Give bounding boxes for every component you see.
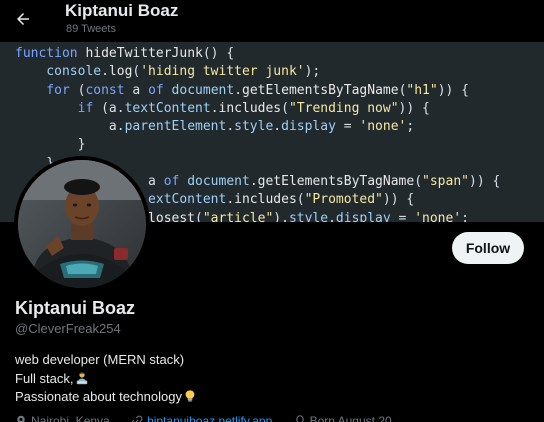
- code-token: console: [15, 64, 102, 80]
- profile-page: function hideTwitterJunk() { console.log…: [0, 0, 544, 422]
- code-token: .: [210, 100, 219, 116]
- back-button[interactable]: [8, 4, 38, 34]
- code-token: .: [226, 119, 235, 135]
- code-token: for: [15, 82, 70, 98]
- bio-line: web developer (MERN stack): [15, 352, 185, 367]
- code-token: )) {: [398, 100, 430, 116]
- code-token: ).: [273, 210, 289, 222]
- profile-avatar: [18, 160, 146, 288]
- code-token: a: [124, 82, 149, 98]
- code-line: }: [15, 136, 544, 154]
- code-token: of: [148, 82, 164, 98]
- code-token: hideTwitterJunk: [85, 46, 203, 61]
- code-token: includes: [218, 100, 282, 116]
- code-token: const: [85, 82, 125, 98]
- lightbulb-icon: [185, 390, 195, 402]
- display-name: Kiptanui Boaz: [15, 298, 135, 318]
- code-line: a.parentElement.style.display = 'none';: [15, 118, 544, 136]
- code-line: function hideTwitterJunk() {: [15, 45, 544, 63]
- code-token: )) {: [437, 82, 470, 98]
- meta-born-text: Born August 20: [309, 414, 392, 422]
- code-token: display: [281, 119, 336, 135]
- follow-button[interactable]: Follow: [452, 232, 524, 264]
- meta-website[interactable]: hiptanuiboaz.netlify.app: [131, 414, 272, 422]
- balloon-icon: [295, 415, 304, 422]
- code-token: log: [108, 64, 133, 80]
- code-token: 'hiding twitter junk': [140, 64, 305, 80]
- profile-meta: Nairobi, Kenya hiptanuiboaz.netlify.app …: [15, 414, 535, 422]
- code-token: style: [288, 210, 329, 222]
- code-token: .: [101, 64, 109, 80]
- code-token: getElementsByTagName: [257, 174, 415, 190]
- code-token: document: [163, 82, 235, 98]
- code-token: )) {: [382, 192, 415, 208]
- code-line: for (const a of document.getElementsByTa…: [15, 82, 544, 100]
- code-token: }: [15, 137, 86, 153]
- code-token: (: [195, 210, 203, 222]
- code-token: () {: [202, 46, 235, 61]
- code-token: 'none': [359, 119, 407, 135]
- code-token: function: [15, 46, 86, 61]
- location-pin-icon: [17, 415, 25, 422]
- code-token: "Trending now": [288, 100, 399, 116]
- code-token: (: [296, 192, 305, 208]
- code-token: "Promoted": [304, 192, 383, 208]
- code-token: =: [335, 119, 360, 135]
- arrow-left-icon: [17, 13, 29, 25]
- code-token: (: [281, 100, 289, 116]
- code-token: "span": [422, 174, 469, 190]
- code-token: document: [179, 174, 250, 190]
- bio-line-text: Passionate about technology: [15, 389, 182, 404]
- code-token: .: [249, 174, 258, 190]
- code-token: includes: [234, 192, 297, 208]
- meta-location-text: Nairobi, Kenya: [31, 414, 110, 422]
- profile-header: Kiptanui Boaz 89 Tweets: [0, 0, 544, 42]
- tweet-count: 89 Tweets: [66, 23, 116, 35]
- code-token: display: [335, 210, 391, 222]
- code-token: .: [273, 119, 282, 135]
- link-icon: [131, 415, 143, 422]
- code-token: if: [15, 100, 94, 116]
- bio-line: Passionate about technology: [15, 388, 515, 407]
- code-token: "article": [202, 210, 274, 222]
- bio-line-text: Full stack,: [15, 370, 74, 386]
- code-token: (: [69, 82, 86, 98]
- code-token: (: [414, 174, 423, 190]
- technologist-icon: [76, 371, 87, 384]
- code-token: ;: [406, 119, 415, 135]
- code-token: of: [163, 174, 180, 190]
- code-token: =: [390, 210, 415, 222]
- profile-bio: web developer (MERN stack) Full stack, P…: [15, 351, 515, 407]
- bio-line: Full stack,: [15, 370, 515, 389]
- code-line: if (a.textContent.includes("Trending now…: [15, 100, 544, 118]
- code-token: ;: [461, 210, 469, 222]
- code-token: .: [234, 82, 243, 98]
- code-token: .: [226, 192, 235, 208]
- code-token: );: [304, 64, 321, 80]
- meta-website-link[interactable]: hiptanuiboaz.netlify.app: [147, 414, 272, 422]
- code-token: getElementsByTagName: [242, 82, 399, 98]
- header-profile-name: Kiptanui Boaz: [65, 1, 179, 20]
- meta-born: Born August 20: [294, 414, 392, 422]
- code-token: )) {: [469, 174, 501, 190]
- code-token: (a.: [93, 100, 125, 116]
- code-line: console.log('hiding twitter junk');: [15, 63, 544, 81]
- code-token: style: [234, 119, 274, 135]
- code-token: parentElement: [124, 119, 227, 135]
- code-token: textContent: [124, 100, 211, 116]
- avatar[interactable]: [14, 156, 150, 292]
- code-token: "h1": [406, 82, 438, 98]
- code-token: .: [328, 210, 336, 222]
- code-token: 'none': [414, 210, 462, 222]
- meta-location: Nairobi, Kenya: [15, 414, 110, 422]
- profile-handle: @CleverFreak254: [15, 321, 121, 336]
- code-token: a.: [15, 119, 125, 135]
